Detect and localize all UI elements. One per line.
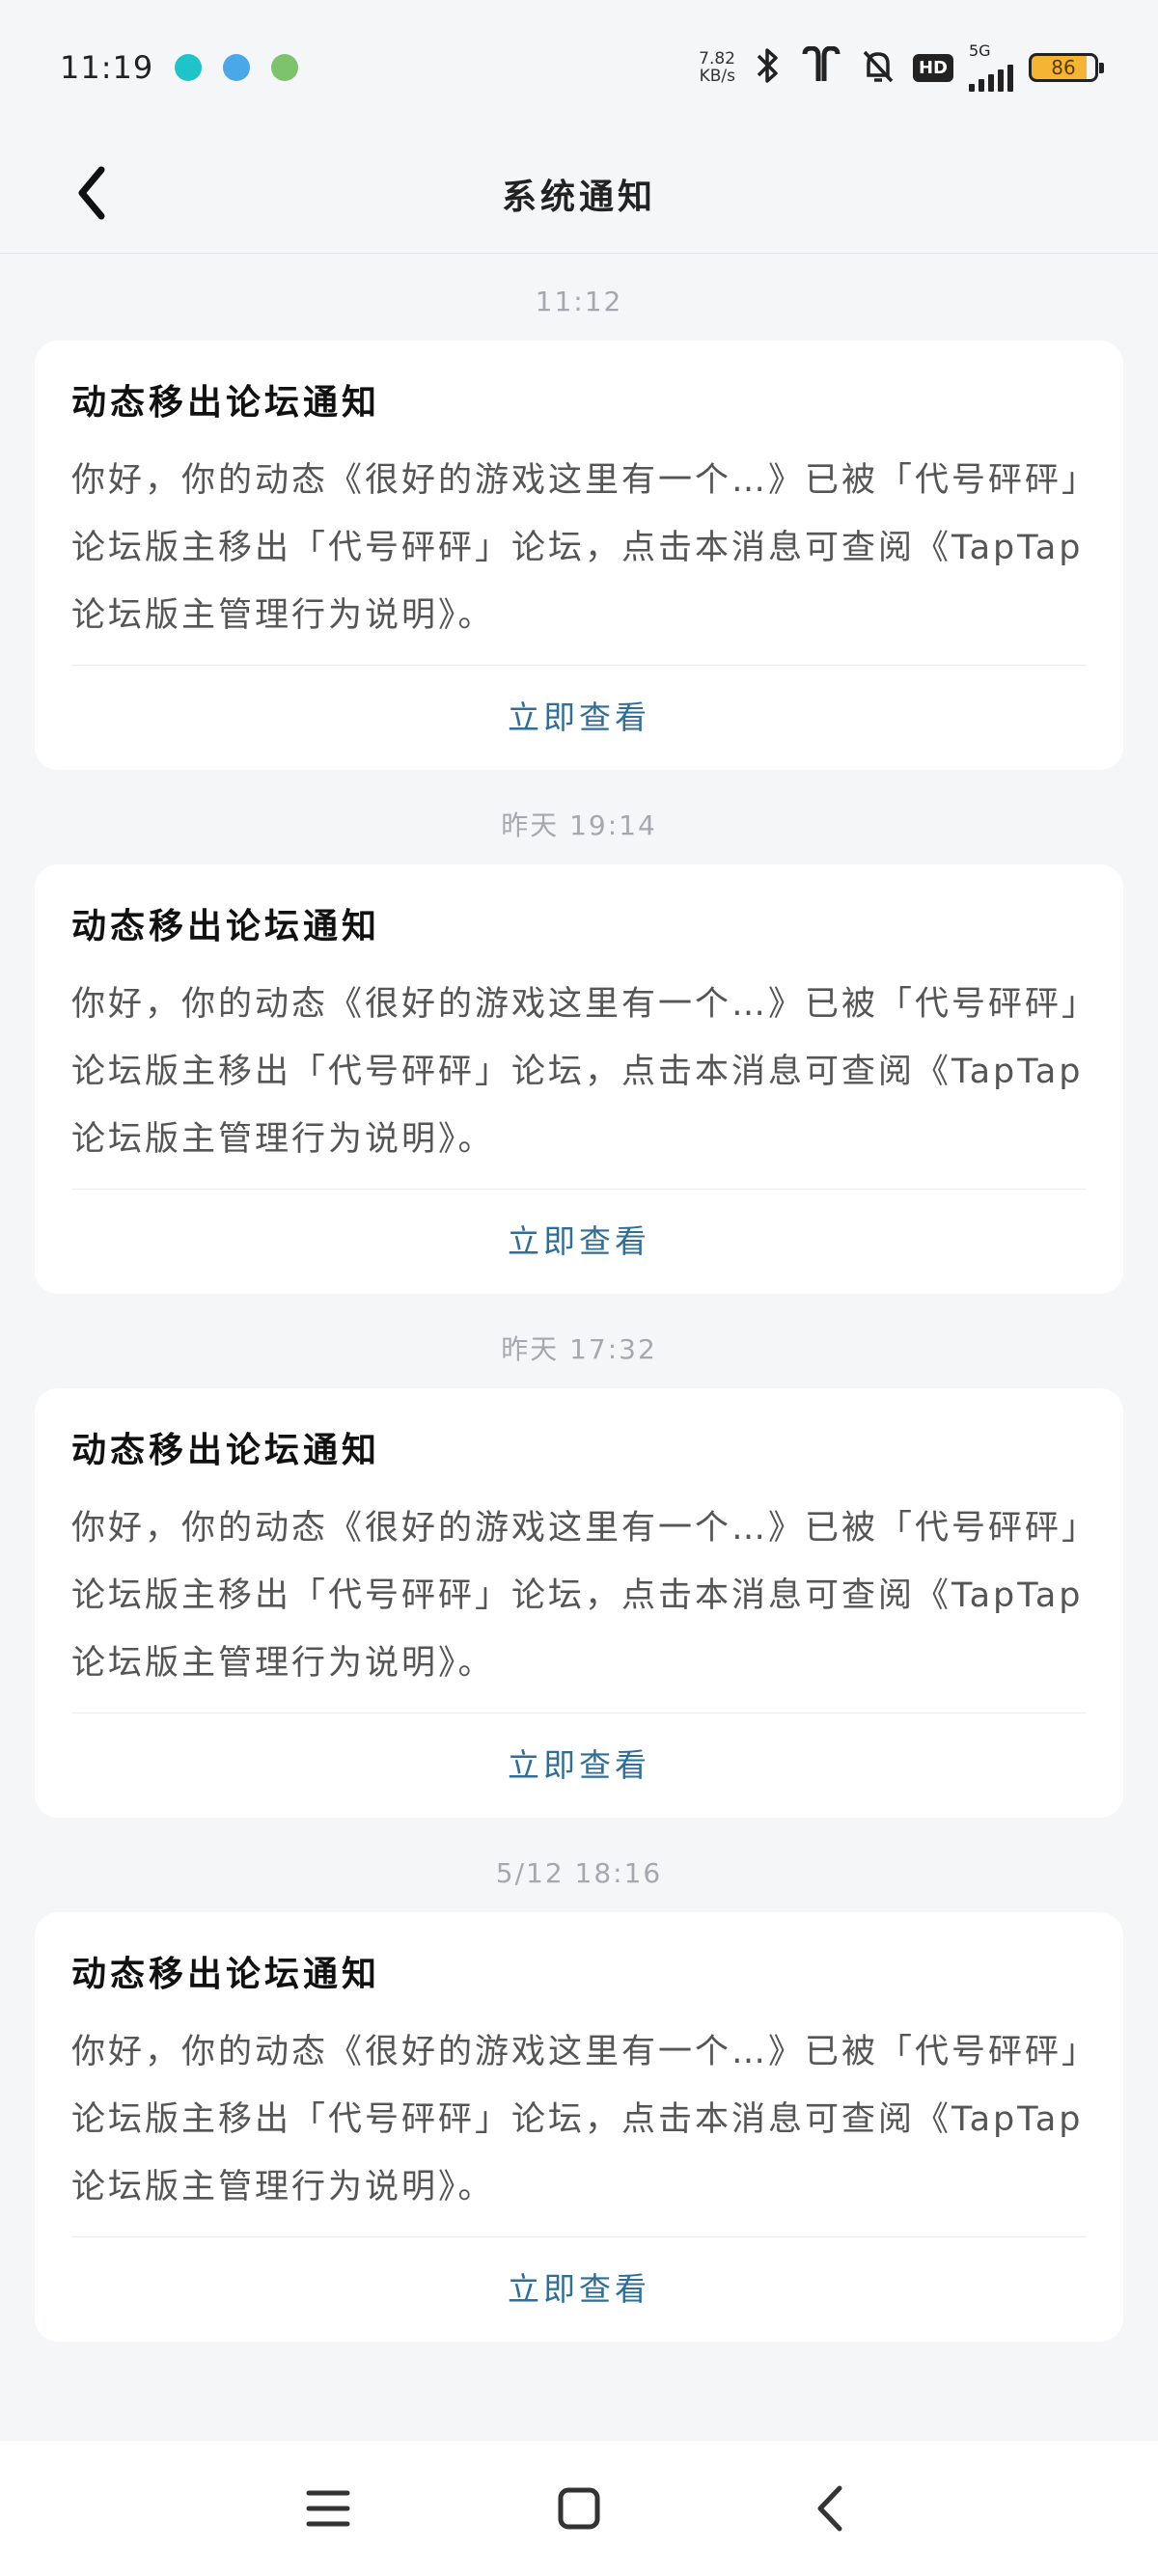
view-now-button[interactable]: 立即查看 <box>71 666 1087 770</box>
back-button[interactable] <box>53 154 130 232</box>
back-icon <box>817 2485 842 2532</box>
net-speed-value: 7.82 <box>699 49 735 69</box>
notification-title: 动态移出论坛通知 <box>71 383 381 423</box>
notification-list[interactable]: 11:12 动态移出论坛通知 你好，你的动态《很好的游戏这里有一个…》已被「代号… <box>0 254 1158 2441</box>
network-type: 5G <box>969 41 991 60</box>
notification-timestamp: 11:12 <box>535 286 623 317</box>
notification-card[interactable]: 动态移出论坛通知 你好，你的动态《很好的游戏这里有一个…》已被「代号砰砰」论坛版… <box>35 864 1123 1294</box>
menu-button[interactable] <box>285 2465 372 2552</box>
battery-icon: 86 <box>1029 53 1104 82</box>
notification-body: 你好，你的动态《很好的游戏这里有一个…》已被「代号砰砰」论坛版主移出「代号砰砰」… <box>71 2033 1084 2206</box>
view-now-button[interactable]: 立即查看 <box>71 2237 1087 2342</box>
home-button[interactable] <box>536 2465 622 2552</box>
status-bar: 11:19 7.82 KB/s HD 5G 86 <box>0 0 1158 135</box>
notification-body: 你好，你的动态《很好的游戏这里有一个…》已被「代号砰砰」论坛版主移出「代号砰砰」… <box>71 985 1084 1159</box>
view-now-button[interactable]: 立即查看 <box>71 1713 1087 1818</box>
notification-card[interactable]: 动态移出论坛通知 你好，你的动态《很好的游戏这里有一个…》已被「代号砰砰」论坛版… <box>35 1388 1123 1818</box>
notification-body: 你好，你的动态《很好的游戏这里有一个…》已被「代号砰砰」论坛版主移出「代号砰砰」… <box>71 461 1084 635</box>
notification-timestamp: 昨天 17:32 <box>501 1333 657 1365</box>
net-speed: 7.82 KB/s <box>699 50 735 85</box>
chevron-left-icon <box>78 166 105 220</box>
notification-timestamp: 昨天 19:14 <box>501 809 657 841</box>
game-app-icon <box>271 54 299 81</box>
net-speed-unit: KB/s <box>699 67 735 86</box>
home-icon <box>558 2487 600 2530</box>
hd-icon: HD <box>912 53 953 82</box>
signal-icon: 5G <box>969 43 1013 92</box>
notification-title: 动态移出论坛通知 <box>71 907 381 946</box>
system-nav-bar <box>0 2441 1158 2576</box>
browser-app-icon <box>223 54 251 81</box>
status-bar-right: 7.82 KB/s HD 5G 86 <box>699 43 1104 92</box>
notification-title: 动态移出论坛通知 <box>71 1431 381 1470</box>
page-title: 系统通知 <box>501 178 656 217</box>
status-bar-left: 11:19 <box>60 49 299 86</box>
mute-bell-icon <box>859 46 897 89</box>
battery-level: 86 <box>1051 56 1076 79</box>
notification-card[interactable]: 动态移出论坛通知 你好，你的动态《很好的游戏这里有一个…》已被「代号砰砰」论坛版… <box>35 341 1123 770</box>
nav-back-button[interactable] <box>786 2465 873 2552</box>
notification-title: 动态移出论坛通知 <box>71 1955 381 1994</box>
status-time: 11:19 <box>60 49 154 86</box>
notification-timestamp: 5/12 18:16 <box>495 1857 663 1889</box>
earbuds-icon <box>799 45 843 89</box>
notification-body: 你好，你的动态《很好的游戏这里有一个…》已被「代号砰砰」论坛版主移出「代号砰砰」… <box>71 1509 1084 1683</box>
view-now-button[interactable]: 立即查看 <box>71 1190 1087 1294</box>
menu-icon <box>306 2490 350 2527</box>
notification-card[interactable]: 动态移出论坛通知 你好，你的动态《很好的游戏这里有一个…》已被「代号砰砰」论坛版… <box>35 1912 1123 2342</box>
header: 系统通知 <box>0 135 1158 254</box>
tap-app-icon <box>175 54 203 81</box>
bluetooth-icon <box>751 46 784 89</box>
